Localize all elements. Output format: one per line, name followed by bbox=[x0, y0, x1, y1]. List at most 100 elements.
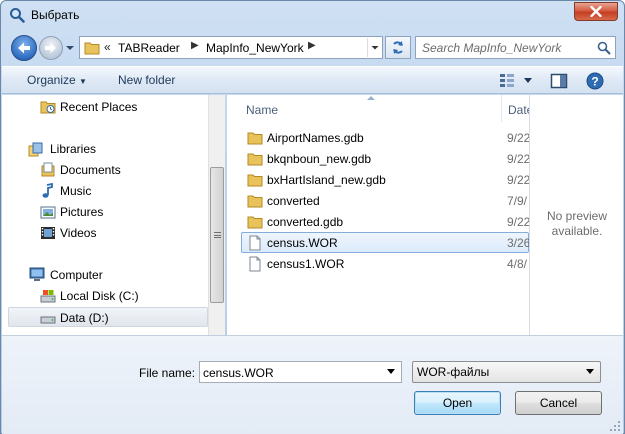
nav-item-videos[interactable]: Videos bbox=[2, 223, 208, 243]
title-bar[interactable]: Выбрать bbox=[1, 1, 624, 29]
view-options-icon[interactable] bbox=[498, 72, 516, 88]
scrollbar-grip-icon bbox=[214, 232, 221, 238]
column-name-header[interactable]: Name bbox=[246, 103, 278, 117]
dialog-footer: File name: WOR-файлы Open Cancel bbox=[2, 335, 623, 434]
chevron-down-icon bbox=[371, 46, 379, 50]
file-type-select[interactable]: WOR-файлы bbox=[412, 361, 601, 383]
file-name: census.WOR bbox=[267, 236, 338, 250]
file-name-combobox[interactable] bbox=[199, 361, 402, 383]
close-icon bbox=[590, 6, 602, 17]
chevron-down-icon bbox=[586, 369, 594, 374]
chevron-down-icon[interactable] bbox=[386, 368, 396, 376]
folder-icon bbox=[247, 195, 263, 208]
pictures-icon bbox=[40, 206, 56, 219]
file-date: 9/22 bbox=[507, 173, 529, 187]
nav-label: Documents bbox=[60, 163, 121, 177]
file-row[interactable]: bxHartIsland_new.gdb 9/22 bbox=[241, 169, 529, 190]
file-date: 9/22 bbox=[507, 152, 529, 166]
nav-label: Videos bbox=[60, 226, 97, 240]
file-list[interactable]: Name Date AirportNames.gdb 9/22 bkqnboun… bbox=[227, 95, 529, 335]
nav-item-computer[interactable]: Computer bbox=[2, 265, 208, 285]
magnifier-app-icon bbox=[10, 8, 25, 23]
recent-places-icon bbox=[40, 101, 56, 114]
folder-icon bbox=[247, 216, 263, 229]
file-row-selected[interactable]: census.WOR 3/26 bbox=[241, 232, 529, 253]
column-date-header[interactable]: Date bbox=[508, 103, 529, 117]
file-name: census1.WOR bbox=[267, 257, 345, 271]
nav-item-music[interactable]: Music bbox=[2, 181, 208, 201]
file-row[interactable]: AirportNames.gdb 9/22 bbox=[241, 127, 529, 148]
videos-icon bbox=[41, 227, 55, 239]
navigation-pane[interactable]: Recent Places Libraries Documents Music bbox=[2, 95, 210, 335]
nav-item-data-drive[interactable]: Data (D:) bbox=[8, 307, 208, 327]
file-row[interactable]: bkqnboun_new.gdb 9/22 bbox=[241, 148, 529, 169]
column-divider[interactable] bbox=[501, 95, 502, 122]
file-name: bxHartIsland_new.gdb bbox=[267, 173, 386, 187]
preview-pane: No preview available. bbox=[529, 95, 623, 335]
search-input[interactable] bbox=[422, 40, 592, 55]
breadcrumb-tabreader[interactable]: TABReader bbox=[118, 41, 180, 55]
navigation-scrollbar[interactable] bbox=[208, 95, 225, 335]
back-arrow-icon bbox=[18, 42, 30, 54]
chevron-right-icon[interactable]: ▶ bbox=[191, 40, 199, 51]
file-row[interactable]: converted.gdb 9/22 bbox=[241, 211, 529, 232]
file-date: 9/22 bbox=[507, 131, 529, 145]
resize-grip-icon[interactable] bbox=[610, 421, 621, 432]
file-date: 3/26 bbox=[507, 236, 529, 250]
data-drive-icon bbox=[40, 316, 56, 324]
history-dropdown-icon[interactable] bbox=[65, 41, 75, 55]
file-name: converted.gdb bbox=[267, 215, 344, 229]
window-title: Выбрать bbox=[31, 8, 80, 22]
preview-line: available. bbox=[551, 224, 603, 238]
refresh-button[interactable] bbox=[385, 36, 411, 59]
organize-button[interactable]: Organize ▼ bbox=[27, 73, 87, 87]
nav-label: Computer bbox=[50, 268, 103, 282]
file-date: 9/22 bbox=[507, 215, 529, 229]
scrollbar-thumb[interactable] bbox=[210, 167, 224, 303]
nav-label: Music bbox=[60, 184, 92, 198]
nav-item-local-disk[interactable]: Local Disk (C:) bbox=[2, 286, 208, 306]
preview-message: No preview available. bbox=[530, 209, 624, 239]
address-bar[interactable]: « TABReader ▶ MapInfo_NewYork ▶ bbox=[79, 36, 383, 59]
nav-label: Pictures bbox=[60, 205, 104, 219]
search-box[interactable] bbox=[415, 36, 616, 59]
file-type-value: WOR-файлы bbox=[417, 365, 490, 379]
nav-item-documents[interactable]: Documents bbox=[2, 160, 208, 180]
folder-icon bbox=[247, 153, 263, 166]
file-open-dialog: Выбрать « TABReader ▶ MapInfo_NewYork ▶ bbox=[0, 0, 625, 434]
nav-label: Recent Places bbox=[60, 100, 138, 114]
file-row[interactable]: converted 7/9/ bbox=[241, 190, 529, 211]
preview-pane-icon[interactable] bbox=[550, 73, 568, 89]
breadcrumb-mapinfo-newyork[interactable]: MapInfo_NewYork bbox=[206, 41, 304, 55]
sort-ascending-icon bbox=[367, 96, 375, 100]
search-icon[interactable] bbox=[596, 40, 612, 56]
column-header: Name Date bbox=[227, 95, 529, 123]
forward-button[interactable] bbox=[39, 36, 63, 60]
address-overflow[interactable]: « bbox=[104, 40, 111, 54]
folder-icon bbox=[247, 132, 263, 145]
folder-icon bbox=[247, 174, 263, 187]
refresh-icon bbox=[393, 41, 403, 54]
file-name-input[interactable] bbox=[203, 365, 383, 380]
help-icon[interactable]: ? bbox=[586, 72, 604, 90]
new-folder-button[interactable]: New folder bbox=[118, 73, 175, 87]
chevron-right-icon[interactable]: ▶ bbox=[308, 40, 316, 51]
back-button[interactable] bbox=[11, 35, 37, 61]
svg-text:?: ? bbox=[591, 75, 598, 89]
close-button[interactable] bbox=[574, 2, 618, 21]
cancel-button[interactable]: Cancel bbox=[515, 391, 602, 415]
preview-line: No preview bbox=[546, 209, 608, 223]
address-dropdown[interactable] bbox=[367, 38, 382, 57]
nav-item-libraries[interactable]: Libraries bbox=[2, 139, 208, 159]
documents-icon bbox=[41, 162, 55, 177]
nav-item-recent-places[interactable]: Recent Places bbox=[2, 97, 208, 117]
file-date: 7/9/ bbox=[507, 194, 528, 208]
file-row[interactable]: census1.WOR 4/8/ bbox=[241, 253, 529, 274]
command-bar: Organize ▼ New folder ? bbox=[2, 66, 623, 94]
chevron-down-icon[interactable] bbox=[524, 78, 532, 84]
music-icon bbox=[42, 183, 53, 198]
open-button[interactable]: Open bbox=[414, 391, 501, 415]
file-name: bkqnboun_new.gdb bbox=[267, 152, 372, 166]
chevron-down-icon: ▼ bbox=[79, 77, 87, 86]
nav-item-pictures[interactable]: Pictures bbox=[2, 202, 208, 222]
